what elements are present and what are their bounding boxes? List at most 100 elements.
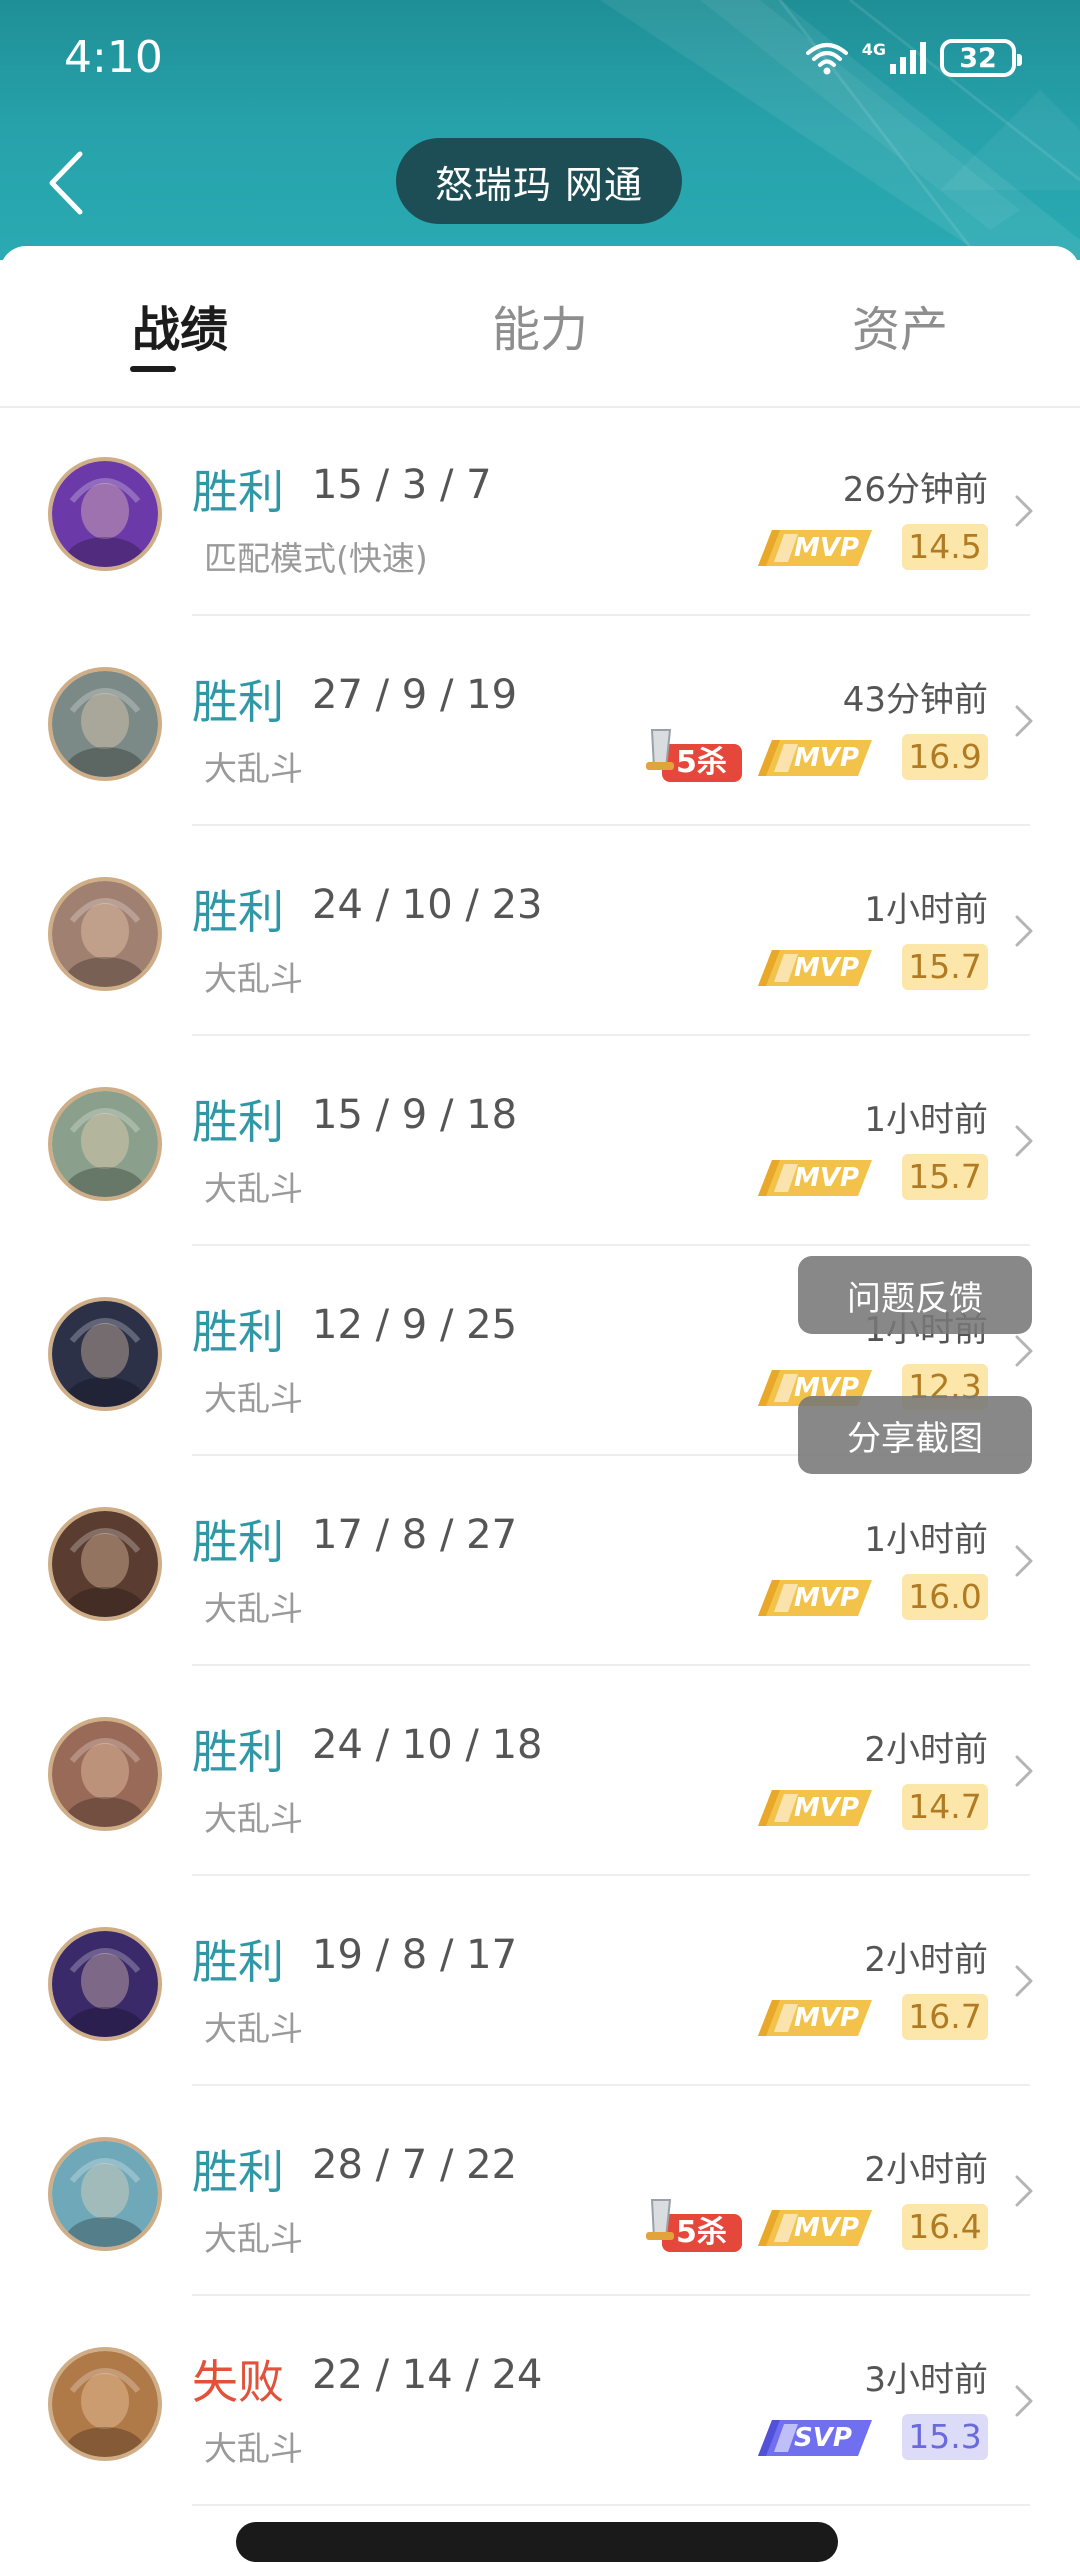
chevron-right-icon[interactable] [1014,1964,1034,1998]
match-time: 1小时前 [864,1520,988,1560]
match-score: 16.7 [902,1994,988,2040]
chevron-right-icon[interactable] [1014,1544,1034,1578]
match-time: 1小时前 [864,1100,988,1140]
chevron-right-icon[interactable] [1014,704,1034,738]
tab-record[interactable]: 战绩 [60,290,300,360]
match-row[interactable]: 胜利 15 / 3 / 7 匹配模式(快速) 26分钟前 MVP 14.5 [0,406,1080,616]
mvp-badge: MVP [754,736,874,780]
match-row[interactable]: 失败 22 / 14 / 24 大乱斗 3小时前 SVP 15.3 [0,2296,1080,2506]
badge-label: MVP [794,533,860,563]
status-time: 4:10 [64,32,163,83]
mvp-badge: MVP [754,1576,874,1620]
match-row[interactable]: 胜利 19 / 8 / 17 大乱斗 2小时前 MVP 16.7 [0,1876,1080,2086]
hero-avatar [48,1297,162,1411]
match-kda: 15 / 9 / 18 [312,1092,518,1138]
cellular-signal-icon [890,42,926,74]
chevron-right-icon[interactable] [1014,1334,1034,1368]
match-result: 胜利 [192,1725,284,1779]
match-kda: 27 / 9 / 19 [312,672,518,718]
match-score: 16.9 [902,734,988,780]
match-result: 胜利 [192,1095,284,1149]
mvp-badge: MVP [754,1996,874,2040]
back-arrow-icon[interactable] [46,150,86,216]
match-mode: 大乱斗 [204,959,303,998]
tab-ability[interactable]: 能力 [420,290,660,360]
match-score: 15.7 [902,944,988,990]
status-icons: 4G 32 [805,34,1022,82]
match-row[interactable]: 胜利 28 / 7 / 22 大乱斗 2小时前 5杀 MVP 16.4 [0,2086,1080,2296]
match-result: 胜利 [192,1935,284,1989]
multikill-badge: 5杀 [640,728,744,784]
match-score: 14.7 [902,1784,988,1830]
hero-avatar [48,1507,162,1621]
chevron-right-icon[interactable] [1014,2384,1034,2418]
match-row[interactable]: 胜利 24 / 10 / 18 大乱斗 2小时前 MVP 14.7 [0,1666,1080,1876]
match-time: 2小时前 [864,1730,988,1770]
match-row[interactable]: 胜利 24 / 10 / 23 大乱斗 1小时前 MVP 15.7 [0,826,1080,1036]
match-time: 3小时前 [864,2360,988,2400]
match-result: 胜利 [192,2145,284,2199]
match-score: 14.5 [902,524,988,570]
hero-avatar [48,1927,162,2041]
match-time: 1小时前 [864,890,988,930]
match-result: 失败 [192,2355,284,2409]
multikill-label: 5杀 [676,745,727,780]
match-kda: 22 / 14 / 24 [312,2352,543,2398]
mvp-badge: MVP [754,1786,874,1830]
match-mode: 大乱斗 [204,749,303,788]
player-name: 怒瑞玛 网通 [434,162,644,207]
chevron-right-icon[interactable] [1014,1124,1034,1158]
match-row[interactable]: 胜利 15 / 9 / 18 大乱斗 1小时前 MVP 15.7 [0,1036,1080,1246]
match-result: 胜利 [192,465,284,519]
hero-avatar [48,2137,162,2251]
network-type-label: 4G [861,40,886,59]
chevron-right-icon[interactable] [1014,914,1034,948]
match-mode: 大乱斗 [204,1379,303,1418]
match-kda: 17 / 8 / 27 [312,1512,518,1558]
badge-label: MVP [794,2213,860,2243]
active-tab-indicator [130,366,176,372]
match-score: 15.7 [902,1154,988,1200]
match-time: 43分钟前 [842,680,988,720]
home-indicator[interactable] [236,2522,838,2562]
match-kda: 24 / 10 / 23 [312,882,543,928]
badge-label: MVP [794,2003,860,2033]
tab-assets[interactable]: 资产 [780,290,1020,360]
player-title[interactable]: 怒瑞玛 网通 [396,138,682,224]
match-kda: 12 / 9 / 25 [312,1302,518,1348]
battery-indicator: 32 [940,39,1022,77]
match-row[interactable]: 胜利 17 / 8 / 27 大乱斗 1小时前 MVP 16.0 [0,1456,1080,1666]
chevron-right-icon[interactable] [1014,494,1034,528]
match-kda: 15 / 3 / 7 [312,462,492,508]
badge-label: MVP [794,1793,860,1823]
chevron-right-icon[interactable] [1014,2174,1034,2208]
hero-avatar [48,667,162,781]
match-score: 16.4 [902,2204,988,2250]
share-screenshot-button[interactable]: 分享截图 [798,1396,1032,1474]
hero-avatar [48,457,162,571]
match-kda: 19 / 8 / 17 [312,1932,518,1978]
wifi-icon [805,43,848,75]
match-kda: 24 / 10 / 18 [312,1722,543,1768]
tab-bar: 战绩 能力 资产 [0,246,1080,408]
hero-avatar [48,2347,162,2461]
match-score: 16.0 [902,1574,988,1620]
match-result: 胜利 [192,1305,284,1359]
match-mode: 大乱斗 [204,2429,303,2468]
chevron-right-icon[interactable] [1014,1754,1034,1788]
match-result: 胜利 [192,885,284,939]
mvp-badge: MVP [754,526,874,570]
match-mode: 大乱斗 [204,1799,303,1838]
match-score: 15.3 [902,2414,988,2460]
match-result: 胜利 [192,675,284,729]
badge-label: MVP [794,1583,860,1613]
header: 4:10 4G 32 怒瑞玛 网通 [0,0,1080,260]
match-mode: 大乱斗 [204,1169,303,1208]
mvp-badge: MVP [754,946,874,990]
feedback-button[interactable]: 问题反馈 [798,1256,1032,1334]
match-mode: 匹配模式(快速) [204,539,428,578]
mvp-badge: MVP [754,2206,874,2250]
match-mode: 大乱斗 [204,2009,303,2048]
hero-avatar [48,877,162,991]
match-row[interactable]: 胜利 27 / 9 / 19 大乱斗 43分钟前 5杀 MVP 16.9 [0,616,1080,826]
